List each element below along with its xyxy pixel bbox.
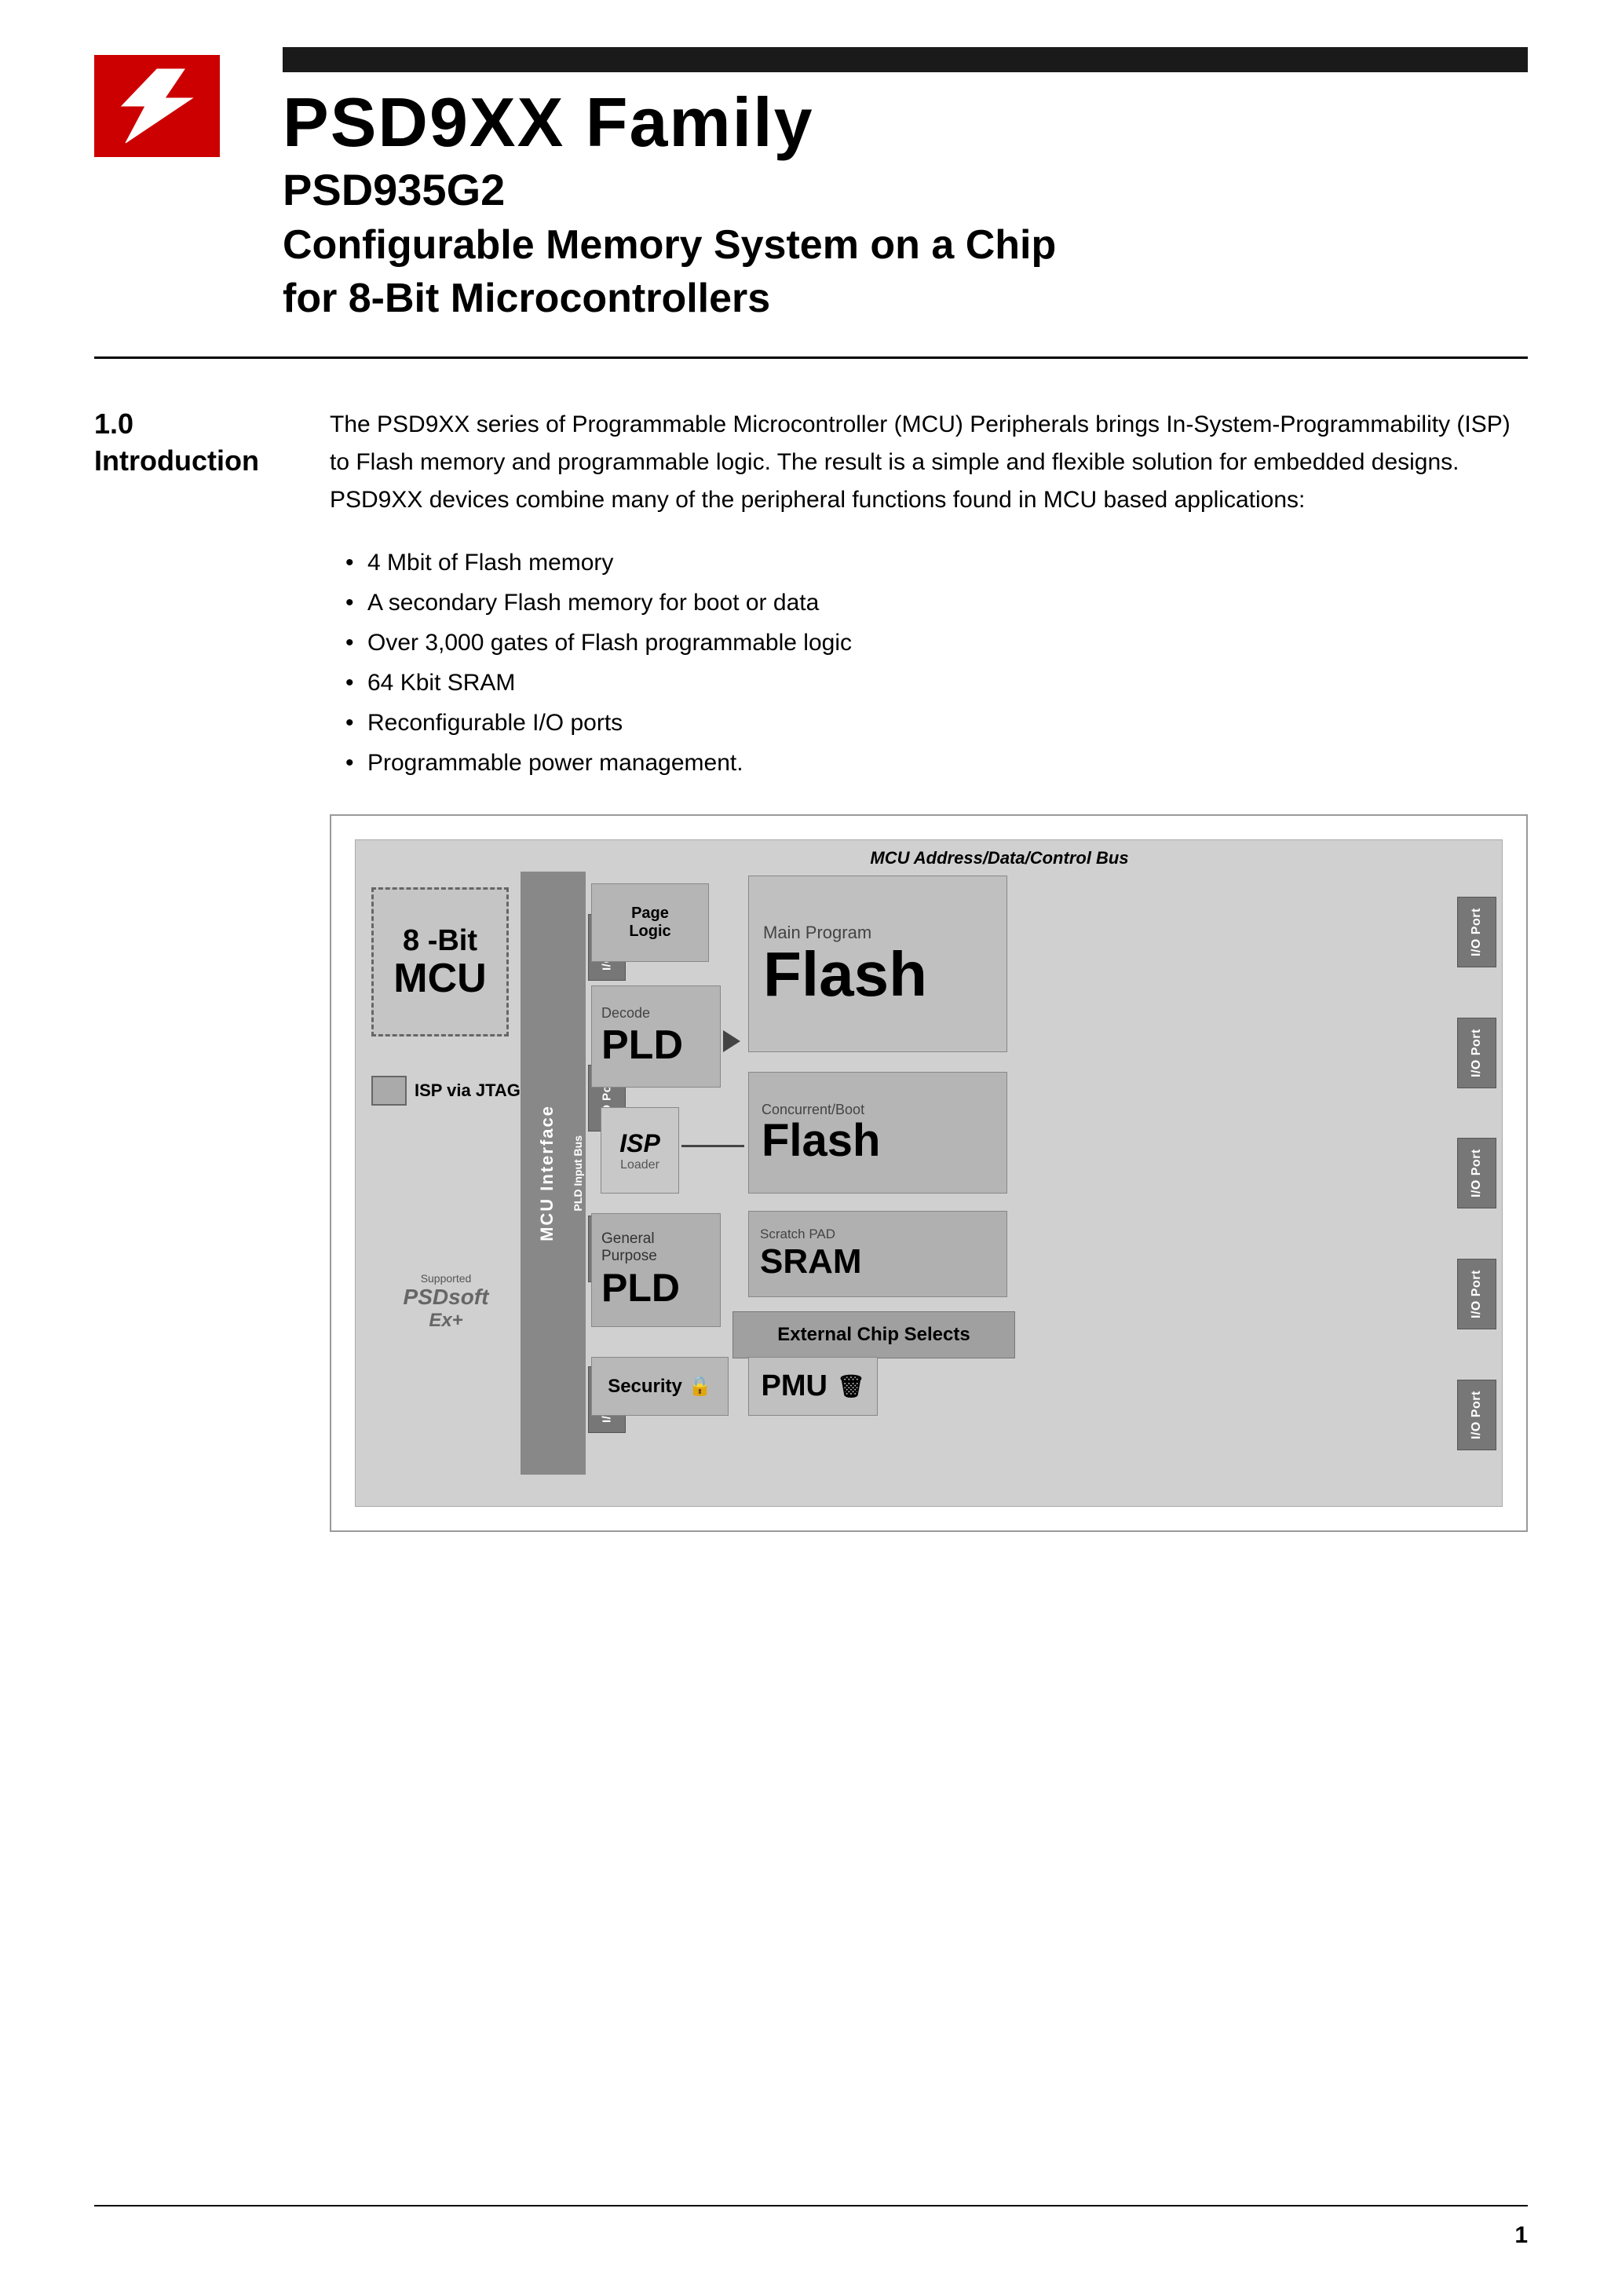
list-item: Programmable power management. <box>345 743 1528 783</box>
io-port-right-5: I/O Port <box>1457 1380 1496 1450</box>
pld-input-bus: PLD Input Bus <box>570 872 586 1475</box>
io-port-right-2: I/O Port <box>1457 1018 1496 1088</box>
arrow-decode-flash <box>723 1030 740 1052</box>
header: PSD9XX Family PSD935G2 Configurable Memo… <box>0 0 1622 356</box>
isp-jtag-label: ISP via JTAG <box>371 1076 528 1106</box>
io-right-col: I/O Port I/O Port I/O Port I/O Port I/O … <box>1456 872 1498 1475</box>
bullet-list: 4 Mbit of Flash memory A secondary Flash… <box>345 543 1528 783</box>
concurrent-flash-box: Concurrent/Boot Flash <box>748 1072 1007 1194</box>
sub-title: PSD935G2 <box>283 163 1528 216</box>
mcu-interface-column: MCU Interface <box>521 872 574 1475</box>
diagram-container: MCU Address/Data/Control Bus 8 -Bit MCU … <box>330 814 1528 1532</box>
general-purpose-pld-box: General Purpose PLD <box>591 1213 721 1327</box>
black-bar <box>283 47 1528 72</box>
ext-chip-selects-box: External Chip Selects <box>732 1311 1015 1358</box>
security-box: Security 🔒 <box>591 1357 729 1416</box>
list-item: Reconfigurable I/O ports <box>345 703 1528 743</box>
psd-logo-area: Supported PSDsoftEx+ <box>375 1272 517 1330</box>
footer: 1 <box>0 2205 1622 2249</box>
content: 1.0 Introduction The PSD9XX series of Pr… <box>0 359 1622 1579</box>
jtag-chip <box>371 1076 407 1106</box>
pmu-box: PMU 🗑 <box>748 1357 878 1416</box>
section-label: 1.0 Introduction <box>94 406 267 1532</box>
sub-title-desc: Configurable Memory System on a Chip for… <box>283 219 1528 325</box>
main-title: PSD9XX Family <box>283 88 1528 157</box>
list-item: A secondary Flash memory for boot or dat… <box>345 583 1528 623</box>
list-item: 4 Mbit of Flash memory <box>345 543 1528 583</box>
main-flash-box: Main Program Flash <box>748 876 1007 1052</box>
page-logic-box: Page Logic <box>591 883 709 962</box>
io-port-right-3: I/O Port <box>1457 1138 1496 1208</box>
list-item: Over 3,000 gates of Flash programmable l… <box>345 623 1528 663</box>
sram-box: Scratch PAD SRAM <box>748 1211 1007 1297</box>
intro-text: The PSD9XX series of Programmable Microc… <box>330 406 1528 519</box>
section-name: Introduction <box>94 443 267 480</box>
st-logo <box>94 55 220 157</box>
diagram: MCU Address/Data/Control Bus 8 -Bit MCU … <box>355 839 1503 1507</box>
list-item: 64 Kbit SRAM <box>345 663 1528 703</box>
logo-area <box>94 55 220 157</box>
page-number: 1 <box>1514 2222 1528 2249</box>
mcu-bus-label: MCU Address/Data/Control Bus <box>591 848 1408 868</box>
section-number: 1.0 <box>94 406 267 443</box>
supported-label: Supported <box>375 1272 517 1285</box>
psd-logo-text: PSDsoftEx+ <box>375 1286 517 1330</box>
footer-content: 1 <box>94 2222 1528 2249</box>
section-content: The PSD9XX series of Programmable Microc… <box>330 406 1528 1532</box>
footer-divider <box>94 2205 1528 2206</box>
io-port-right-1: I/O Port <box>1457 897 1496 967</box>
mcu-box: 8 -Bit MCU <box>371 887 509 1036</box>
connector-isp <box>681 1145 744 1147</box>
io-port-right-4: I/O Port <box>1457 1259 1496 1329</box>
title-area: PSD9XX Family PSD935G2 Configurable Memo… <box>283 47 1528 325</box>
decode-pld-box: Decode PLD <box>591 985 721 1088</box>
isp-loader-box: ISP Loader <box>601 1107 679 1194</box>
